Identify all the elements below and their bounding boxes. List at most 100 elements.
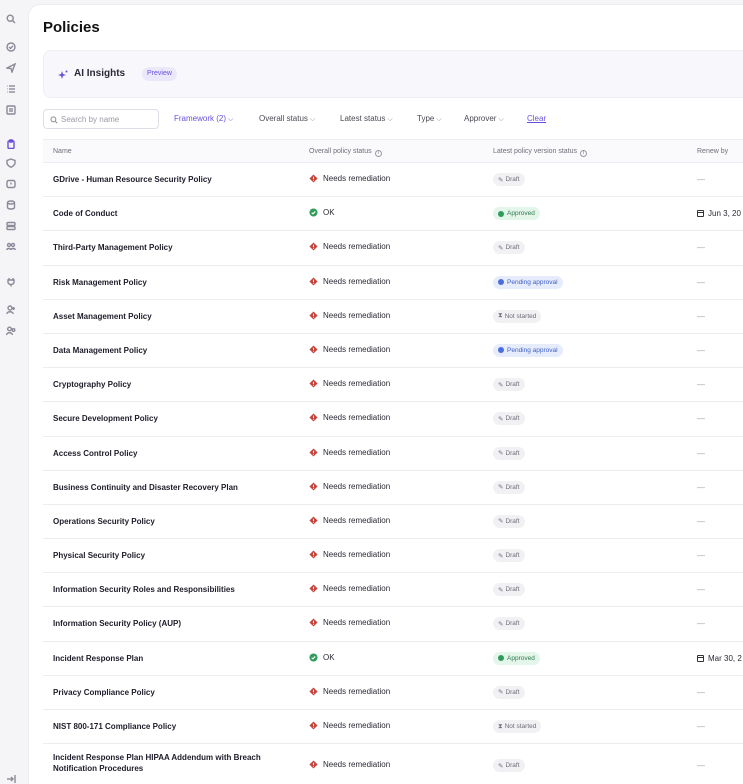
policy-name[interactable]: Secure Development Policy xyxy=(53,414,158,423)
pencil-icon: ✎ xyxy=(498,450,504,457)
policy-name[interactable]: Third-Party Management Policy xyxy=(53,243,173,252)
latest-status-filter[interactable]: Latest status ⌵ xyxy=(340,114,393,124)
shield-icon[interactable] xyxy=(4,156,18,170)
status-badge: Approved xyxy=(493,651,540,665)
policy-name[interactable]: Information Security Policy (AUP) xyxy=(53,619,181,628)
overall-status-label: Needs remediation xyxy=(323,379,391,389)
status-dot-icon xyxy=(498,655,504,662)
check-circle-icon[interactable] xyxy=(4,40,18,54)
column-header-renew-by[interactable]: Renew by xyxy=(697,148,728,155)
overall-status-label: Needs remediation xyxy=(323,242,391,252)
people-icon[interactable] xyxy=(4,240,18,254)
table-row[interactable]: Information Security Policy (AUP) Needs r… xyxy=(43,607,743,642)
policy-name[interactable]: Physical Security Policy xyxy=(53,551,145,560)
overall-status-filter[interactable]: Overall status ⌵ xyxy=(259,114,315,124)
database-icon[interactable] xyxy=(4,198,18,212)
ai-insights-bar[interactable]: AI Insights Preview xyxy=(43,50,743,98)
table-row[interactable]: Risk Management Policy Needs remediation P… xyxy=(43,266,743,300)
approver-filter[interactable]: Approver ⌵ xyxy=(464,114,504,124)
needs-remediation-icon xyxy=(309,760,318,769)
policy-name[interactable]: Code of Conduct xyxy=(53,209,117,218)
column-header-version-status-label: Latest policy version status xyxy=(493,148,578,155)
column-header-version-status[interactable]: Latest policy version status i xyxy=(493,148,588,157)
policy-name[interactable]: Incident Response Plan HIPAA Addendum wi… xyxy=(53,752,283,774)
search-icon[interactable] xyxy=(4,12,18,26)
table-row[interactable]: Third-Party Management Policy Needs remed… xyxy=(43,231,743,266)
version-status-badge: ✎ Draft xyxy=(493,617,525,631)
framework-filter[interactable]: Framework (2) ⌵ xyxy=(174,114,233,124)
policy-name[interactable]: Business Continuity and Disaster Recover… xyxy=(53,483,238,492)
search-input[interactable] xyxy=(61,113,153,126)
table-row[interactable]: Incident Response Plan OK Approved Mar 30, … xyxy=(43,642,743,676)
pencil-icon: ✎ xyxy=(498,244,504,252)
table-row[interactable]: Asset Management Policy Needs remediation… xyxy=(43,300,743,334)
user-add-icon[interactable] xyxy=(4,303,18,317)
renew-by-value: — xyxy=(697,551,705,561)
version-status-label: Draft xyxy=(505,483,520,491)
alert-icon[interactable] xyxy=(4,177,18,191)
policy-name[interactable]: GDrive - Human Resource Security Policy xyxy=(53,175,212,184)
version-status-label: Draft xyxy=(505,176,520,183)
type-filter[interactable]: Type ⌵ xyxy=(417,114,442,124)
layers-icon[interactable] xyxy=(4,219,18,233)
version-status-badge: Approved xyxy=(493,651,540,665)
renew-by-value: — xyxy=(697,448,705,458)
status-badge: ✎ Draft xyxy=(493,514,525,528)
chevron-down-icon: ⌵ xyxy=(387,116,393,123)
column-header-name[interactable]: Name xyxy=(53,148,72,155)
renew-by: — xyxy=(697,380,705,389)
renew-by: — xyxy=(697,585,705,594)
grid-icon[interactable] xyxy=(4,103,18,117)
policy-name[interactable]: Information Security Roles and Responsib… xyxy=(53,585,235,594)
overall-status: Needs remediation xyxy=(309,516,390,525)
send-icon[interactable] xyxy=(4,61,18,75)
table-row[interactable]: Business Continuity and Disaster Recover… xyxy=(43,471,743,505)
version-status-label: Draft xyxy=(505,586,520,594)
plug-icon[interactable] xyxy=(4,275,18,289)
info-icon[interactable]: i xyxy=(374,150,382,157)
sparkle-icon xyxy=(58,70,68,79)
table-row[interactable]: Cryptography Policy Needs remediation ✎ Dra… xyxy=(43,368,743,403)
status-badge: ✎ Draft xyxy=(493,412,525,426)
overall-status: Needs remediation xyxy=(309,413,390,422)
policy-name[interactable]: Privacy Compliance Policy xyxy=(53,688,155,697)
table-row[interactable]: Incident Response Plan HIPAA Addendum wi… xyxy=(43,744,743,784)
exit-icon[interactable] xyxy=(4,772,18,784)
user-group-icon[interactable] xyxy=(4,324,18,338)
table-row[interactable]: Information Security Roles and Responsib… xyxy=(43,573,743,608)
table-row[interactable]: Operations Security Policy Needs remediat… xyxy=(43,505,743,540)
pencil-icon: ✎ xyxy=(498,415,504,423)
table-row[interactable]: Privacy Compliance Policy Needs remediati… xyxy=(43,676,743,710)
table-row[interactable]: NIST 800-171 Compliance Policy Needs reme… xyxy=(43,710,743,745)
overall-status-label: Needs remediation xyxy=(323,686,391,696)
policy-name[interactable]: Operations Security Policy xyxy=(53,517,155,526)
info-icon[interactable]: i xyxy=(580,150,588,157)
table-row[interactable]: Access Control Policy Needs remediation ✎ D… xyxy=(43,437,743,471)
version-status-badge: ✎ Draft xyxy=(493,173,525,186)
policy-name[interactable]: Access Control Policy xyxy=(53,449,137,458)
overall-status-label: Needs remediation xyxy=(323,481,391,491)
version-status-badge: ✎ Draft xyxy=(493,378,525,392)
column-header-overall-status[interactable]: Overall policy status i xyxy=(309,148,382,157)
status-badge: ✎ Draft xyxy=(493,549,525,563)
list-icon[interactable] xyxy=(4,82,18,96)
clear-filters-link[interactable]: Clear xyxy=(527,114,546,123)
status-badge: Pending approval xyxy=(493,275,563,289)
clipboard-icon[interactable] xyxy=(4,137,18,151)
renew-by: — xyxy=(697,619,705,628)
table-row[interactable]: Code of Conduct OK Approved Jun 3, 20 xyxy=(43,197,743,232)
table-row[interactable]: Secure Development Policy Needs remediati… xyxy=(43,402,743,437)
policy-name[interactable]: Data Management Policy xyxy=(53,346,147,355)
policy-name[interactable]: Risk Management Policy xyxy=(53,278,147,287)
policy-name[interactable]: Asset Management Policy xyxy=(53,312,152,321)
table-row[interactable]: GDrive - Human Resource Security Policy N… xyxy=(43,163,743,198)
column-header-overall-status-label: Overall policy status xyxy=(309,148,372,155)
renew-by-value: — xyxy=(697,311,705,321)
table-row[interactable]: Data Management Policy Needs remediation P… xyxy=(43,334,743,369)
policy-name[interactable]: Cryptography Policy xyxy=(53,380,131,389)
table-row[interactable]: Physical Security Policy Needs remediatio… xyxy=(43,539,743,574)
search-box[interactable] xyxy=(43,109,159,129)
policy-name[interactable]: Incident Response Plan xyxy=(53,654,143,663)
policy-name[interactable]: NIST 800-171 Compliance Policy xyxy=(53,722,176,731)
overall-status: Needs remediation xyxy=(309,482,390,491)
